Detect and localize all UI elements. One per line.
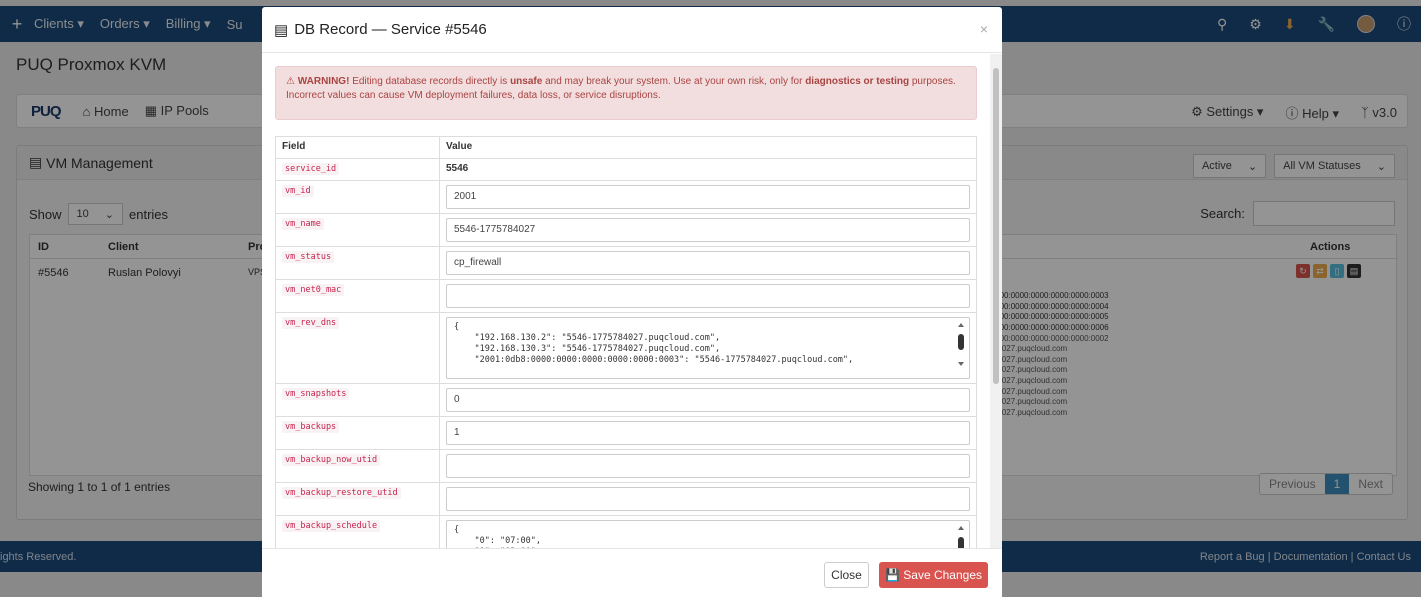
value-cell: 5546-1775784027 bbox=[439, 213, 977, 247]
field-name: vm_status bbox=[282, 251, 335, 263]
table-row: vm_id 2001 bbox=[275, 180, 977, 214]
field-cell: vm_backup_restore_utid bbox=[275, 482, 440, 516]
warning-icon: ⚠ bbox=[286, 76, 295, 87]
table-row: vm_backup_now_utid bbox=[275, 449, 977, 483]
field-name: vm_rev_dns bbox=[282, 317, 340, 329]
field-name: vm_name bbox=[282, 218, 324, 230]
field-name: vm_net0_mac bbox=[282, 284, 345, 296]
save-icon: 💾 bbox=[884, 568, 900, 582]
warning-text-2: and may break your system. Use at your o… bbox=[542, 76, 806, 87]
scrollbar-thumb[interactable] bbox=[993, 68, 999, 384]
warning-diag: diagnostics or testing bbox=[805, 76, 910, 87]
field-name: vm_backup_schedule bbox=[282, 520, 381, 532]
warning-lead: WARNING! bbox=[297, 76, 350, 87]
vm-id-input[interactable]: 2001 bbox=[446, 185, 970, 209]
field-cell: vm_rev_dns bbox=[275, 312, 440, 384]
close-icon[interactable]: × bbox=[980, 21, 988, 37]
table-row: service_id 5546 bbox=[275, 158, 977, 181]
textarea-scrollbar[interactable] bbox=[958, 525, 964, 548]
value-cell bbox=[439, 482, 977, 516]
save-changes-button[interactable]: 💾 Save Changes bbox=[879, 562, 988, 588]
vm-backup-restore-utid-input[interactable] bbox=[446, 487, 970, 511]
database-icon: ▤ bbox=[274, 21, 289, 39]
value-cell: { "192.168.130.2": "5546-1775784027.puqc… bbox=[439, 312, 977, 384]
modal-body: ⚠ WARNING! Editing database records dire… bbox=[262, 54, 990, 548]
table-row: vm_name 5546-1775784027 bbox=[275, 213, 977, 247]
modal-title: DB Record — Service #5546 bbox=[294, 21, 487, 38]
close-button[interactable]: Close bbox=[824, 562, 869, 588]
vm-net0-mac-input[interactable] bbox=[446, 284, 970, 308]
value-cell bbox=[439, 279, 977, 313]
field-cell: vm_snapshots bbox=[275, 383, 440, 417]
vm-rev-dns-text: { "192.168.130.2": "5546-1775784027.puqc… bbox=[454, 322, 854, 365]
value-cell bbox=[439, 449, 977, 483]
field-cell: vm_backup_schedule bbox=[275, 515, 440, 548]
table-row: vm_status cp_firewall bbox=[275, 246, 977, 280]
vm-name-input[interactable]: 5546-1775784027 bbox=[446, 218, 970, 242]
value-cell: { "0": "07:00", "1": "03:00", "2": "03:0… bbox=[439, 515, 977, 548]
warning-unsafe: unsafe bbox=[510, 76, 543, 87]
header-value: Value bbox=[439, 136, 977, 159]
table-header: Field Value bbox=[275, 136, 977, 159]
value-cell: cp_firewall bbox=[439, 246, 977, 280]
field-cell: vm_backups bbox=[275, 416, 440, 450]
table-row: vm_backups 1 bbox=[275, 416, 977, 450]
field-cell: vm_id bbox=[275, 180, 440, 214]
header-field: Field bbox=[275, 136, 440, 159]
app-window: + Clients ▾ Orders ▾ Billing ▾ Su ⚲ ⚙ ⬇ … bbox=[0, 0, 1421, 597]
field-cell: vm_name bbox=[275, 213, 440, 247]
field-cell: vm_status bbox=[275, 246, 440, 280]
table-row: vm_backup_schedule { "0": "07:00", "1": … bbox=[275, 515, 977, 548]
table-row: vm_rev_dns { "192.168.130.2": "5546-1775… bbox=[275, 312, 977, 384]
service-id-value: 5546 bbox=[439, 158, 977, 181]
field-name: service_id bbox=[282, 163, 340, 175]
vm-backup-schedule-textarea[interactable]: { "0": "07:00", "1": "03:00", "2": "03:0… bbox=[446, 520, 970, 548]
field-name: vm_backup_restore_utid bbox=[282, 487, 401, 499]
table-row: vm_snapshots 0 bbox=[275, 383, 977, 417]
field-cell: vm_net0_mac bbox=[275, 279, 440, 313]
warning-alert: ⚠ WARNING! Editing database records dire… bbox=[275, 66, 977, 120]
modal-footer: Close 💾 Save Changes bbox=[262, 548, 1002, 597]
modal-scrollbar[interactable] bbox=[990, 54, 1002, 548]
save-changes-label: Save Changes bbox=[903, 568, 983, 582]
vm-backup-now-utid-input[interactable] bbox=[446, 454, 970, 478]
field-name: vm_backup_now_utid bbox=[282, 454, 381, 466]
value-cell: 2001 bbox=[439, 180, 977, 214]
field-cell: service_id bbox=[275, 158, 440, 181]
field-name: vm_snapshots bbox=[282, 388, 350, 400]
table-row: vm_net0_mac bbox=[275, 279, 977, 313]
value-cell: 0 bbox=[439, 383, 977, 417]
vm-backup-schedule-text: { "0": "07:00", "1": "03:00", "2": "03:0… bbox=[454, 525, 541, 548]
field-name: vm_backups bbox=[282, 421, 340, 433]
vm-snapshots-input[interactable]: 0 bbox=[446, 388, 970, 412]
vm-status-input[interactable]: cp_firewall bbox=[446, 251, 970, 275]
field-cell: vm_backup_now_utid bbox=[275, 449, 440, 483]
warning-text-1: Editing database records directly is bbox=[349, 76, 511, 87]
db-record-modal: ▤ DB Record — Service #5546 × ⚠ WARNING!… bbox=[262, 7, 1002, 597]
value-cell: 1 bbox=[439, 416, 977, 450]
vm-backups-input[interactable]: 1 bbox=[446, 421, 970, 445]
record-table: Field Value service_id 5546 vm_id 2001 v… bbox=[275, 136, 977, 548]
vm-rev-dns-textarea[interactable]: { "192.168.130.2": "5546-1775784027.puqc… bbox=[446, 317, 970, 379]
field-name: vm_id bbox=[282, 185, 314, 197]
table-row: vm_backup_restore_utid bbox=[275, 482, 977, 516]
modal-header: ▤ DB Record — Service #5546 bbox=[262, 7, 1002, 53]
textarea-scrollbar[interactable] bbox=[958, 322, 964, 370]
